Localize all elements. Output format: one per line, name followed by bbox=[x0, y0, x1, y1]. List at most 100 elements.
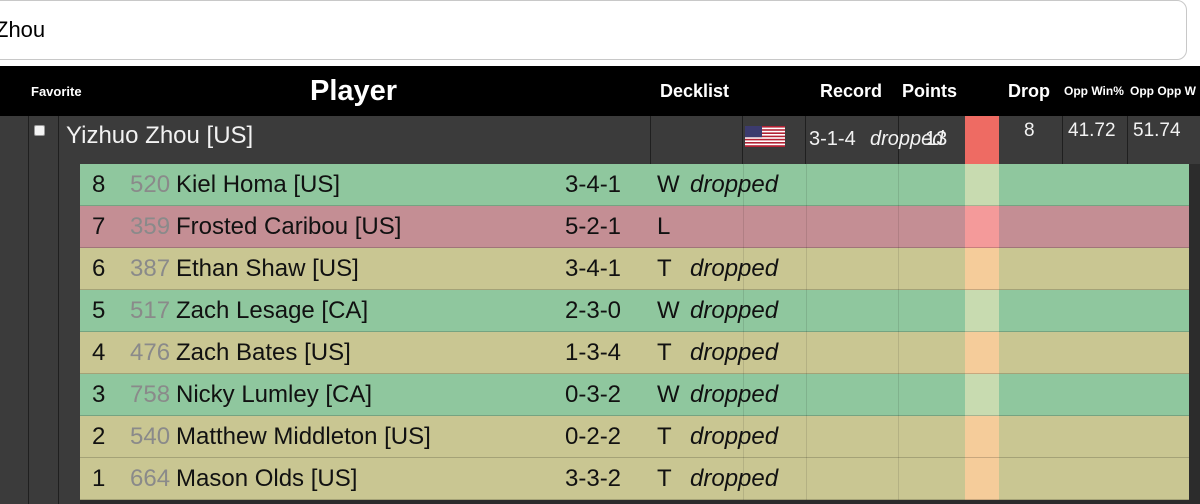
table-header: Favorite Player Decklist Record Points D… bbox=[0, 66, 1200, 116]
column-divider bbox=[806, 206, 807, 248]
match-round: 6 bbox=[92, 255, 106, 282]
indent-column bbox=[0, 164, 80, 504]
match-round: 1 bbox=[92, 465, 106, 492]
opponent-dropped-status: dropped bbox=[690, 339, 779, 366]
column-divider bbox=[806, 248, 807, 290]
match-row[interactable]: 5 517 Zach Lesage [CA] 2-3-0 W dropped bbox=[80, 290, 1189, 332]
column-divider bbox=[898, 416, 899, 458]
opponent-record: 3-4-1 bbox=[565, 255, 622, 282]
drop-indicator-cell bbox=[965, 458, 999, 500]
opponent-rating: 758 bbox=[130, 381, 171, 408]
decklist-column-header[interactable]: Decklist bbox=[660, 66, 729, 116]
match-row[interactable]: 1 664 Mason Olds [US] 3-3-2 T dropped bbox=[80, 458, 1189, 500]
match-row[interactable]: 8 520 Kiel Homa [US] 3-4-1 W dropped bbox=[80, 164, 1189, 206]
column-divider bbox=[898, 206, 899, 248]
opponent-record: 0-2-2 bbox=[565, 423, 622, 450]
column-divider bbox=[58, 116, 59, 164]
favorite-column-header[interactable]: Favorite bbox=[31, 66, 82, 116]
match-row[interactable]: 7 359 Frosted Caribou [US] 5-2-1 L bbox=[80, 206, 1189, 248]
opponent-dropped-status: dropped bbox=[690, 171, 779, 198]
column-divider bbox=[1127, 116, 1128, 164]
column-divider bbox=[806, 416, 807, 458]
match-round: 2 bbox=[92, 423, 106, 450]
match-round: 4 bbox=[92, 339, 106, 366]
opponent-dropped-status: dropped bbox=[690, 465, 779, 492]
match-result: T bbox=[657, 339, 672, 366]
opponent-rating: 476 bbox=[130, 339, 171, 366]
column-divider bbox=[806, 374, 807, 416]
opponent-name[interactable]: Zach Lesage [CA] bbox=[176, 297, 368, 325]
match-result: W bbox=[657, 381, 680, 408]
opponent-record: 3-4-1 bbox=[565, 171, 622, 198]
drop-indicator-cell bbox=[965, 206, 999, 248]
player-column-header[interactable]: Player bbox=[310, 66, 397, 116]
match-result: T bbox=[657, 465, 672, 492]
us-flag-icon bbox=[745, 126, 785, 147]
column-divider bbox=[742, 116, 743, 164]
opponent-name[interactable]: Matthew Middleton [US] bbox=[176, 423, 431, 451]
column-divider bbox=[743, 458, 744, 500]
column-divider bbox=[743, 332, 744, 374]
column-divider bbox=[28, 164, 29, 504]
opponent-name[interactable]: Mason Olds [US] bbox=[176, 465, 357, 493]
opponent-record: 3-3-2 bbox=[565, 465, 622, 492]
column-divider bbox=[805, 116, 806, 164]
column-divider bbox=[898, 164, 899, 206]
match-row[interactable]: 6 387 Ethan Shaw [US] 3-4-1 T dropped bbox=[80, 248, 1189, 290]
match-result: T bbox=[657, 423, 672, 450]
column-divider bbox=[650, 116, 651, 164]
opponent-dropped-status: dropped bbox=[690, 423, 779, 450]
match-result: L bbox=[657, 213, 671, 240]
column-divider bbox=[743, 290, 744, 332]
opponent-name[interactable]: Frosted Caribou [US] bbox=[176, 213, 401, 241]
drop-indicator-cell bbox=[965, 164, 999, 206]
column-divider bbox=[898, 290, 899, 332]
column-divider bbox=[1062, 116, 1063, 164]
search-area bbox=[0, 0, 1200, 66]
player-row[interactable]: Yizhuo Zhou [US] 3-1-4 13 dropped 8 41.7… bbox=[0, 116, 1200, 164]
drop-indicator-cell bbox=[965, 248, 999, 290]
player-opp-win: 41.72 bbox=[1068, 120, 1116, 141]
opp-win-column-header[interactable]: Opp Win% bbox=[1064, 66, 1130, 116]
opponent-record: 5-2-1 bbox=[565, 213, 622, 240]
match-result: T bbox=[657, 255, 672, 282]
player-dropped-status: dropped bbox=[870, 128, 944, 150]
match-round: 7 bbox=[92, 213, 106, 240]
player-drop-round: 8 bbox=[1024, 120, 1035, 141]
opponent-record: 1-3-4 bbox=[565, 339, 622, 366]
column-divider bbox=[743, 206, 744, 248]
opponent-rating: 664 bbox=[130, 465, 171, 492]
opponent-dropped-status: dropped bbox=[690, 255, 779, 282]
match-row[interactable]: 4 476 Zach Bates [US] 1-3-4 T dropped bbox=[80, 332, 1189, 374]
opp-opp-win-column-header[interactable]: Opp Opp W bbox=[1130, 66, 1200, 116]
column-divider bbox=[743, 416, 744, 458]
standings-page: Favorite Player Decklist Record Points D… bbox=[0, 0, 1200, 504]
column-divider bbox=[806, 332, 807, 374]
opponent-name[interactable]: Kiel Homa [US] bbox=[176, 171, 340, 199]
column-divider bbox=[58, 164, 59, 504]
column-divider bbox=[898, 374, 899, 416]
drop-indicator-cell bbox=[965, 416, 999, 458]
player-record: 3-1-4 bbox=[809, 128, 856, 150]
match-row[interactable]: 3 758 Nicky Lumley [CA] 0-3-2 W dropped bbox=[80, 374, 1189, 416]
record-column-header[interactable]: Record bbox=[820, 66, 882, 116]
search-input[interactable] bbox=[0, 0, 1187, 60]
player-name[interactable]: Yizhuo Zhou [US] bbox=[66, 122, 253, 150]
opponent-name[interactable]: Zach Bates [US] bbox=[176, 339, 351, 367]
column-divider bbox=[743, 164, 744, 206]
row-separator bbox=[80, 499, 1189, 500]
match-row[interactable]: 2 540 Matthew Middleton [US] 0-2-2 T dro… bbox=[80, 416, 1189, 458]
opponent-name[interactable]: Nicky Lumley [CA] bbox=[176, 381, 372, 409]
favorite-checkbox[interactable] bbox=[34, 125, 45, 136]
drop-column-header[interactable]: Drop bbox=[1008, 66, 1050, 116]
match-round: 5 bbox=[92, 297, 106, 324]
points-column-header[interactable]: Points bbox=[902, 66, 957, 116]
column-divider bbox=[806, 458, 807, 500]
column-divider bbox=[743, 248, 744, 290]
drop-indicator-cell bbox=[965, 332, 999, 374]
opponent-rating: 387 bbox=[130, 255, 171, 282]
player-opp-opp-win: 51.74 bbox=[1133, 120, 1181, 141]
opponent-dropped-status: dropped bbox=[690, 297, 779, 324]
opponent-name[interactable]: Ethan Shaw [US] bbox=[176, 255, 359, 283]
opponent-dropped-status: dropped bbox=[690, 381, 779, 408]
